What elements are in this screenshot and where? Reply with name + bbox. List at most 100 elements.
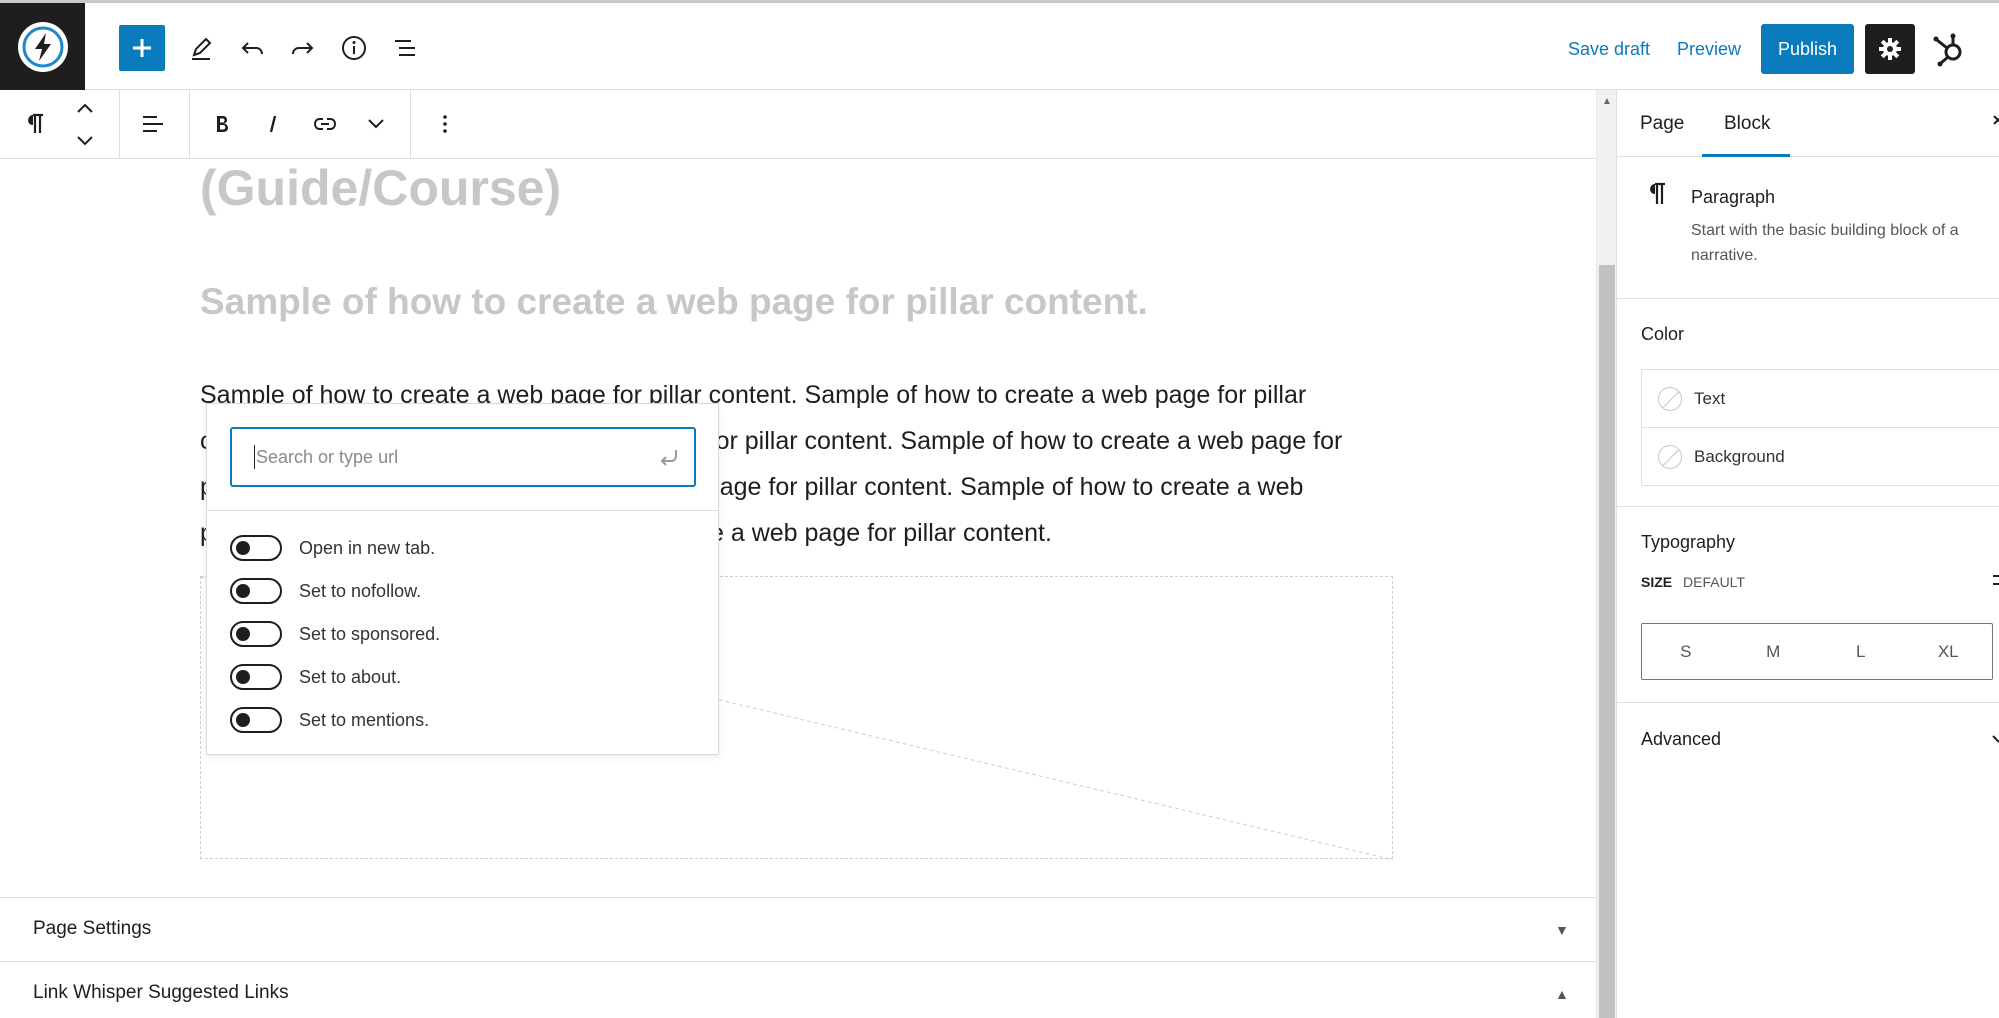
plus-icon: [133, 39, 151, 57]
italic-button[interactable]: [251, 102, 295, 146]
page-settings-panel[interactable]: Page Settings ▼: [0, 897, 1596, 961]
bold-button[interactable]: [200, 102, 244, 146]
panel-title: Link Whisper Suggested Links: [33, 982, 289, 1003]
heading-block[interactable]: (Guide/Course): [200, 159, 561, 217]
toggle-mentions[interactable]: Set to mentions.: [230, 706, 429, 734]
align-left-icon: [143, 116, 163, 132]
paragraph-icon: [1645, 181, 1667, 212]
text-caret: [254, 445, 255, 469]
color-heading[interactable]: Color: [1641, 324, 1684, 345]
undo-button[interactable]: [230, 26, 274, 70]
link-whisper-panel[interactable]: Link Whisper Suggested Links ▲: [0, 961, 1596, 1018]
link-popover: Search or type url Open in new tab. Set …: [206, 403, 719, 755]
advanced-heading: Advanced: [1641, 729, 1722, 749]
chevron-up-icon: [77, 103, 93, 113]
more-vertical-icon: [443, 115, 447, 133]
chevron-down-icon: [77, 136, 93, 146]
size-option-l[interactable]: L: [1817, 624, 1905, 679]
link-icon: [313, 118, 337, 130]
toolbar-divider: [410, 90, 411, 159]
font-size-picker: S M L XL: [1641, 623, 1993, 680]
toggle-switch[interactable]: [230, 664, 282, 690]
align-button[interactable]: [131, 102, 175, 146]
size-option-xl[interactable]: XL: [1905, 624, 1993, 679]
popover-divider: [207, 510, 718, 511]
url-search-placeholder: Search or type url: [256, 446, 399, 467]
toggle-switch[interactable]: [230, 707, 282, 733]
link-button[interactable]: [303, 102, 347, 146]
hubspot-button[interactable]: [1928, 27, 1972, 71]
tab-block[interactable]: Block: [1724, 113, 1770, 135]
toolbar-divider: [119, 90, 120, 159]
details-button[interactable]: [332, 26, 376, 70]
advanced-panel[interactable]: Advanced: [1617, 703, 1999, 777]
chevron-down-icon: [1991, 731, 1999, 752]
chevron-down-icon: [368, 119, 384, 129]
sliders-icon: [1993, 575, 1999, 585]
redo-button[interactable]: [281, 26, 325, 70]
return-icon: [660, 450, 677, 466]
undo-icon: [241, 42, 263, 55]
block-description: Start with the basic building block of a: [1691, 222, 1959, 239]
preview-button[interactable]: Preview: [1677, 39, 1741, 60]
block-toolbar: [0, 90, 1596, 159]
info-icon: [342, 36, 366, 60]
toggle-about[interactable]: Set to about.: [230, 663, 401, 691]
toggle-switch[interactable]: [230, 535, 282, 561]
toggle-switch[interactable]: [230, 578, 282, 604]
caret-down-icon[interactable]: ▼: [1555, 922, 1569, 938]
toggle-label: Set to mentions.: [299, 709, 430, 730]
list-view-icon: [395, 40, 415, 56]
submit-link-button[interactable]: [656, 445, 682, 476]
toggle-nofollow[interactable]: Set to nofollow.: [230, 577, 421, 605]
heading-block[interactable]: Sample of how to create a web page for p…: [200, 281, 1148, 323]
top-toolbar: Save draft Preview Publish: [0, 0, 1999, 90]
settings-button[interactable]: [1865, 24, 1915, 74]
toggle-sponsored[interactable]: Set to sponsored.: [230, 620, 440, 648]
block-card: Paragraph Start with the basic building …: [1617, 157, 1999, 299]
publish-button[interactable]: Publish: [1761, 24, 1854, 74]
site-logo-button[interactable]: [0, 3, 85, 90]
size-label: SIZE: [1641, 574, 1673, 590]
background-color-option[interactable]: Background: [1642, 428, 1999, 486]
color-settings-box: Text Background: [1641, 369, 1999, 486]
scroll-up-arrow-icon[interactable]: ▲: [1602, 96, 1612, 107]
caret-up-icon[interactable]: ▲: [1555, 986, 1569, 1002]
more-formatting-button[interactable]: [354, 102, 398, 146]
size-value: DEFAULT: [1683, 574, 1745, 590]
sidebar-tabs: Page Block: [1617, 90, 1999, 157]
bold-icon: [217, 116, 228, 132]
typography-heading[interactable]: Typography: [1641, 532, 1735, 553]
block-options-button[interactable]: [423, 102, 467, 146]
editor-scrollbar[interactable]: ▲: [1596, 90, 1616, 1018]
move-down-button[interactable]: [63, 126, 107, 156]
size-option-m[interactable]: M: [1730, 624, 1818, 679]
toggle-open-new-tab[interactable]: Open in new tab.: [230, 534, 435, 562]
settings-sidebar: Page Block Paragraph Start with the basi…: [1616, 90, 1999, 1018]
tools-button[interactable]: [179, 26, 223, 70]
close-sidebar-button[interactable]: [1992, 110, 1999, 139]
block-type-button[interactable]: [12, 102, 56, 146]
empty-swatch-icon: [1658, 445, 1682, 469]
size-option-s[interactable]: S: [1642, 624, 1730, 679]
bolt-logo-icon: [17, 21, 68, 72]
editor-app: Save draft Preview Publish (Guide/Course…: [0, 0, 1999, 1018]
move-up-button[interactable]: [63, 93, 107, 123]
url-search-input[interactable]: Search or type url: [230, 427, 696, 487]
text-color-option[interactable]: Text: [1642, 370, 1999, 428]
toggle-label: Set to about.: [299, 666, 402, 687]
tab-page[interactable]: Page: [1640, 113, 1684, 135]
list-view-button[interactable]: [383, 26, 427, 70]
italic-icon: [269, 115, 277, 133]
add-block-button[interactable]: [119, 25, 165, 71]
custom-size-button[interactable]: [1991, 569, 1999, 596]
toolbar-divider: [189, 90, 190, 159]
color-option-label: Text: [1694, 388, 1726, 408]
paragraph-icon: [28, 113, 43, 133]
save-draft-button[interactable]: Save draft: [1568, 39, 1650, 60]
pencil-icon: [192, 37, 212, 60]
toggle-switch[interactable]: [230, 621, 282, 647]
gear-icon: [1879, 38, 1901, 60]
hubspot-icon: [1933, 33, 1962, 67]
scroll-thumb[interactable]: [1599, 265, 1615, 1018]
